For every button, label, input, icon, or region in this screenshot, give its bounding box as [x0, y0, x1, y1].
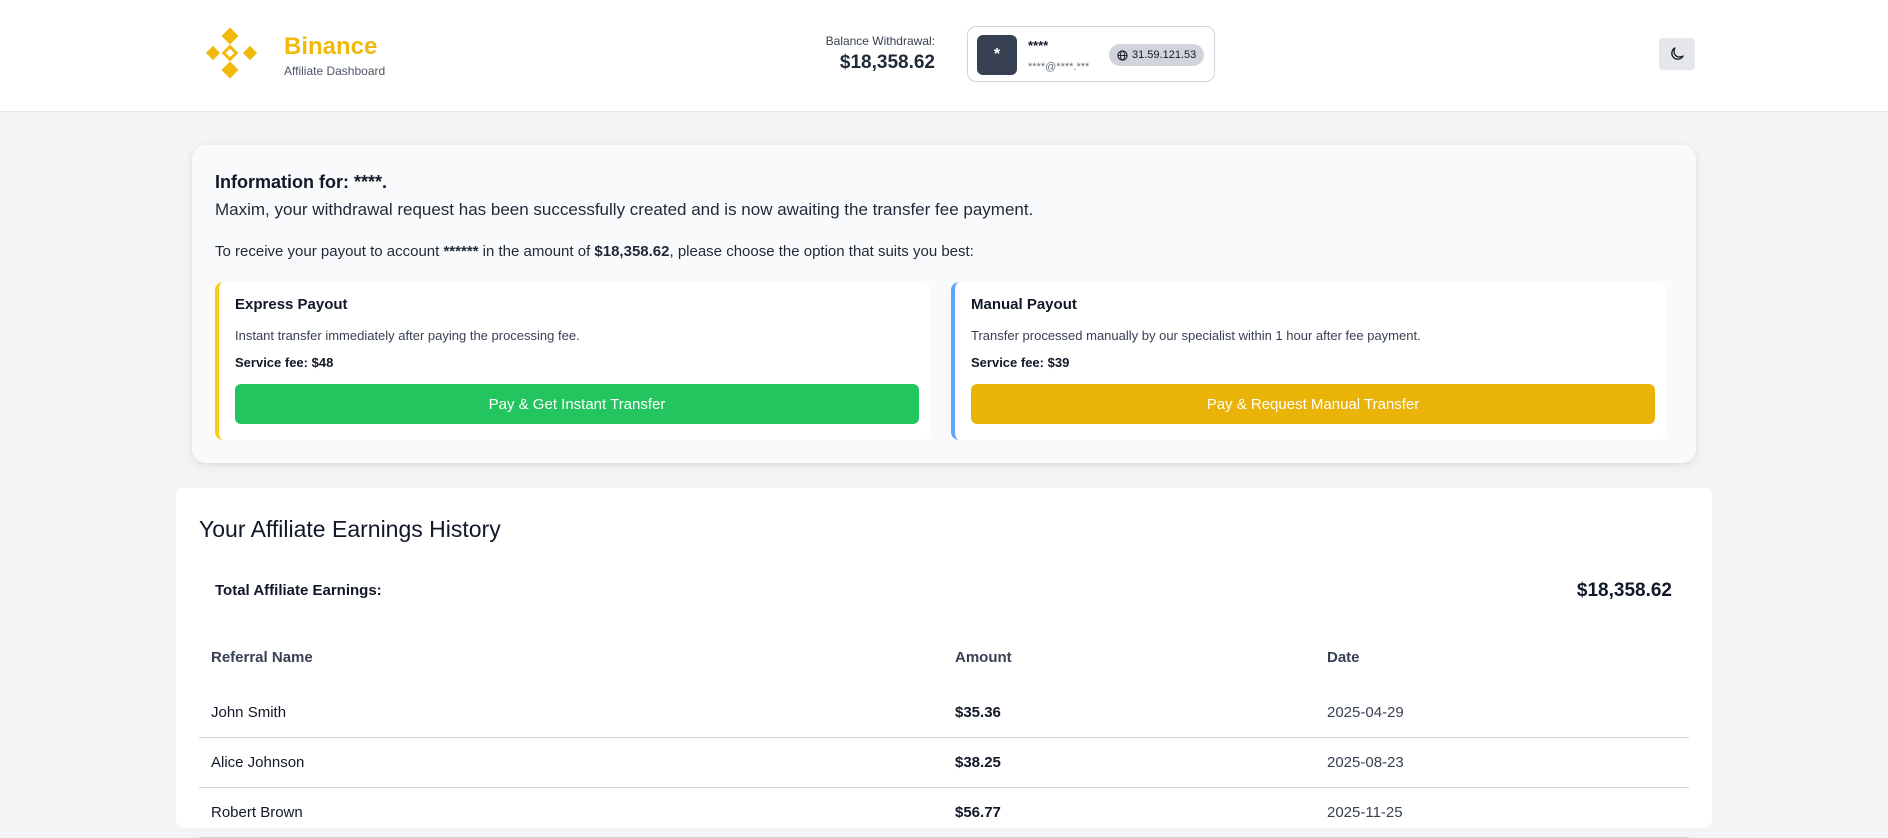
- instruction-prefix: To receive your payout to account: [215, 243, 444, 260]
- express-description: Instant transfer immediately after payin…: [235, 328, 580, 343]
- info-title: Information for: ****.: [215, 172, 388, 192]
- moon-icon: [1671, 47, 1684, 60]
- earnings-title: Your Affiliate Earnings History: [199, 516, 501, 542]
- referral-name: Alice Johnson: [211, 754, 305, 771]
- manual-title: Manual Payout: [971, 296, 1077, 313]
- brand-logo-link[interactable]: Binance Affiliate Dashboard: [200, 24, 385, 88]
- referral-amount: $35.36: [955, 704, 1001, 721]
- manual-transfer-button[interactable]: Pay & Request Manual Transfer: [971, 384, 1655, 424]
- top-header: Binance Affiliate Dashboard Balance With…: [0, 0, 1888, 112]
- referral-date: 2025-08-23: [1327, 754, 1404, 771]
- total-earnings-label: Total Affiliate Earnings:: [215, 582, 382, 599]
- payout-instruction: To receive your payout to account ******…: [215, 243, 974, 260]
- instruction-suffix: , please choose the option that suits yo…: [669, 243, 974, 260]
- globe-icon: [1117, 49, 1128, 61]
- info-message: Maxim, your withdrawal request has been …: [215, 200, 1034, 219]
- column-header-date: Date: [1327, 649, 1360, 666]
- table-header-row: Referral Name Amount Date: [199, 648, 1689, 688]
- referral-amount: $38.25: [955, 754, 1001, 771]
- withdrawal-info-panel: Information for: ****. Maxim, your withd…: [192, 145, 1696, 463]
- column-header-amount: Amount: [955, 649, 1012, 666]
- referral-name: John Smith: [211, 704, 287, 721]
- express-payout-card: Express Payout Instant transfer immediat…: [215, 282, 931, 440]
- earnings-history-section: Your Affiliate Earnings History Total Af…: [176, 488, 1712, 838]
- binance-logo-icon: [205, 27, 258, 79]
- brand-name: Binance: [284, 33, 378, 60]
- referral-date: 2025-11-25: [1327, 804, 1403, 821]
- express-title: Express Payout: [235, 296, 348, 313]
- avatar: *: [977, 35, 1017, 75]
- column-header-referral-name: Referral Name: [211, 649, 313, 666]
- payout-amount: $18,358.62: [594, 243, 670, 260]
- brand-subtitle: Affiliate Dashboard: [284, 64, 386, 78]
- balance-display: Balance Withdrawal: $18,358.62: [826, 34, 935, 74]
- balance-label: Balance Withdrawal:: [825, 34, 935, 48]
- balance-value: $18,358.62: [839, 52, 935, 73]
- instant-transfer-button[interactable]: Pay & Get Instant Transfer: [235, 384, 919, 424]
- referral-amount: $56.77: [955, 804, 1001, 821]
- table-row: Robert Brown $56.77 2025-11-25: [199, 788, 1689, 838]
- brand-text: Binance Affiliate Dashboard: [284, 33, 386, 79]
- ip-address: 31.59.121.53: [1132, 49, 1197, 61]
- total-earnings-value: $18,358.62: [1576, 580, 1672, 601]
- theme-toggle-button[interactable]: [1659, 38, 1695, 70]
- ip-badge: 31.59.121.53: [1109, 44, 1205, 66]
- table-row: John Smith $35.36 2025-04-29: [199, 688, 1689, 738]
- earnings-table: Referral Name Amount Date John Smith $35…: [199, 648, 1689, 838]
- user-email: ****@****.***: [1028, 61, 1090, 73]
- manual-fee: Service fee: $39: [971, 355, 1070, 370]
- table-row: Alice Johnson $38.25 2025-08-23: [199, 738, 1689, 788]
- referral-name: Robert Brown: [211, 804, 303, 821]
- manual-description: Transfer processed manually by our speci…: [971, 328, 1421, 343]
- manual-payout-card: Manual Payout Transfer processed manuall…: [951, 282, 1667, 440]
- user-card[interactable]: * **** ****@****.*** 31.59.121.53: [967, 26, 1215, 82]
- account-mask: ******: [443, 243, 479, 260]
- referral-date: 2025-04-29: [1327, 704, 1404, 721]
- user-name: ****: [1028, 38, 1049, 53]
- express-fee: Service fee: $48: [235, 355, 334, 370]
- instruction-middle: in the amount of: [478, 243, 595, 260]
